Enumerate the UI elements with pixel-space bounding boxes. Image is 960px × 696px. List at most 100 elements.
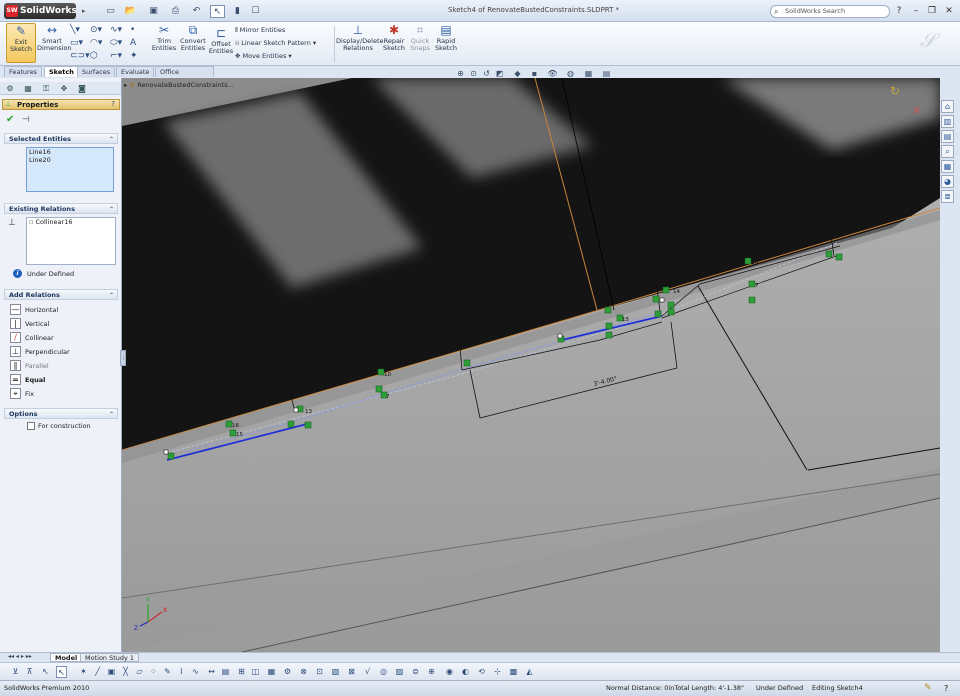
design-library-icon[interactable]: ▥ bbox=[941, 115, 954, 128]
filter-notes-icon[interactable]: ▤ bbox=[220, 666, 231, 678]
viewport-restore-icon[interactable]: ❐ bbox=[918, 78, 925, 79]
display-manager-icon[interactable]: ◙ bbox=[76, 83, 88, 94]
configuration-manager-icon[interactable]: ⚿ bbox=[40, 83, 52, 94]
filter-surface-finish-icon[interactable]: √ bbox=[362, 666, 373, 678]
add-perpendicular-relation[interactable]: ⊥ Perpendicular bbox=[8, 345, 118, 359]
circle-tool-icon[interactable]: ⊙▾ bbox=[90, 24, 102, 37]
print-icon[interactable]: ⎙ bbox=[168, 5, 183, 18]
custom-properties-icon[interactable]: ≣ bbox=[941, 190, 954, 203]
ellipse-tool-icon[interactable]: ⬭▾ bbox=[110, 37, 122, 50]
relation-glyph[interactable] bbox=[375, 385, 383, 393]
filter-hatch-icon[interactable]: ▨ bbox=[394, 666, 405, 678]
relation-glyph[interactable] bbox=[654, 310, 662, 318]
rebuild-icon[interactable]: ▮ bbox=[230, 5, 245, 18]
filter-tolerance-icon[interactable]: ⊠ bbox=[346, 666, 357, 678]
add-collinear-relation[interactable]: / Collinear bbox=[8, 331, 118, 345]
add-vertical-relation[interactable]: | Vertical bbox=[8, 317, 118, 331]
help-icon[interactable]: ? bbox=[111, 100, 115, 108]
filter-mates-icon[interactable]: ⊗ bbox=[298, 666, 309, 678]
relation-glyph[interactable] bbox=[167, 452, 175, 460]
apply-scene-icon[interactable]: ▦ bbox=[583, 68, 594, 80]
filter-regions-icon[interactable]: ▩ bbox=[508, 666, 519, 678]
undo-icon[interactable]: ↶ bbox=[189, 5, 204, 18]
resources-home-icon[interactable]: ⌂ bbox=[941, 100, 954, 113]
move-entities-item[interactable]: ✥ Move Entities ▾ bbox=[235, 50, 292, 62]
tab-sketch[interactable]: Sketch bbox=[44, 66, 79, 77]
filter-toggle-icon[interactable]: ⊻ bbox=[10, 666, 21, 678]
filter-loops-icon[interactable]: ⟲ bbox=[476, 666, 487, 678]
close-icon[interactable]: ✕ bbox=[942, 4, 956, 18]
solidworks-logo[interactable]: SW SolidWorks ▸ bbox=[4, 3, 86, 19]
filter-components-icon[interactable]: ⚙ bbox=[282, 666, 293, 678]
add-horizontal-relation[interactable]: — Horizontal bbox=[8, 303, 118, 317]
selected-entities-header[interactable]: Selected Entities ⌃ bbox=[4, 133, 118, 144]
filter-points-icon[interactable]: ⁘ bbox=[148, 666, 159, 678]
view-orientation-icon[interactable]: ◆ bbox=[512, 68, 523, 80]
feature-manager-icon[interactable]: ⚙ bbox=[4, 83, 16, 94]
filter-silhouette-icon[interactable]: ◭ bbox=[524, 666, 535, 678]
graphics-area[interactable]: 2'-0.00" 2'-0.00" 3'-0.00" 3'-4.00" 10 7… bbox=[122, 78, 940, 652]
display-style-icon[interactable]: ▪ bbox=[529, 68, 540, 80]
pushpin-icon[interactable]: ⊣ bbox=[22, 115, 30, 125]
relation-glyph[interactable] bbox=[825, 250, 833, 258]
list-item[interactable]: ▫ Collinear16 bbox=[27, 218, 115, 226]
viewport-minimize-icon[interactable]: ▬ bbox=[906, 78, 914, 79]
panel-splitter-handle[interactable]: ⋮ bbox=[120, 350, 126, 366]
filter-axes-icon[interactable]: ╳ bbox=[120, 666, 131, 678]
add-parallel-relation[interactable]: ∥ Parallel bbox=[8, 359, 118, 373]
relation-glyph[interactable] bbox=[667, 301, 675, 309]
file-explorer-icon[interactable]: ▤ bbox=[941, 130, 954, 143]
filter-welds-icon[interactable]: ⊞ bbox=[236, 666, 247, 678]
property-manager-icon[interactable]: ▦ bbox=[22, 83, 34, 94]
slot-tool-icon[interactable]: ⊂⊃▾ bbox=[70, 50, 90, 63]
filter-midpoints-icon[interactable]: ⊹ bbox=[492, 666, 503, 678]
line-tool-icon[interactable]: ╲▾ bbox=[70, 24, 80, 37]
new-document-icon[interactable]: ▭ bbox=[103, 5, 118, 18]
relation-glyph[interactable] bbox=[652, 295, 660, 303]
polygon-tool-icon[interactable]: ⬡ bbox=[90, 50, 98, 63]
relation-glyph[interactable] bbox=[605, 331, 613, 339]
existing-relations-list[interactable]: ▫ Collinear16 bbox=[26, 217, 116, 265]
plane-tool-icon[interactable]: ✦ bbox=[130, 50, 138, 63]
filter-dimensions-icon[interactable]: ↔ bbox=[206, 666, 217, 678]
open-folder-icon[interactable]: 📂 bbox=[123, 5, 138, 18]
select-pointer-icon[interactable]: ↖ bbox=[210, 5, 225, 18]
endpoint[interactable] bbox=[293, 407, 299, 413]
zoom-to-fit-icon[interactable]: ⊕ bbox=[455, 68, 466, 80]
hide-show-icon[interactable]: 👁 bbox=[547, 68, 558, 80]
edit-appearance-icon[interactable]: ◍ bbox=[565, 68, 576, 80]
rectangle-tool-icon[interactable]: ▭▾ bbox=[70, 37, 83, 50]
relation-glyph[interactable] bbox=[463, 359, 471, 367]
arc-tool-icon[interactable]: ◠▾ bbox=[90, 37, 102, 50]
mirror-entities-item[interactable]: ⫴ Mirror Entities bbox=[235, 24, 285, 36]
for-construction-checkbox[interactable] bbox=[27, 422, 35, 430]
previous-view-icon[interactable]: ↺ bbox=[481, 68, 492, 80]
feature-tree-root[interactable]: ▸ ⚙ RenovateBustedConstraints... bbox=[124, 81, 234, 89]
tab-office-products[interactable]: Office Products bbox=[155, 66, 214, 87]
tab-features[interactable]: Features bbox=[4, 66, 42, 77]
relation-glyph[interactable] bbox=[835, 253, 843, 261]
viewport-close-icon[interactable]: ✕ bbox=[930, 78, 937, 79]
point-tool-icon[interactable]: • bbox=[130, 24, 135, 37]
confirmation-corner-icon[interactable]: ↻ bbox=[890, 84, 900, 98]
tab-evaluate[interactable]: Evaluate bbox=[116, 66, 155, 77]
save-icon[interactable]: ▣ bbox=[146, 5, 161, 18]
rapid-sketch-button[interactable]: ▤ Rapid Sketch bbox=[433, 23, 459, 52]
filter-clear-icon[interactable]: ⊼ bbox=[24, 666, 35, 678]
filter-planes-icon[interactable]: ▱ bbox=[134, 666, 145, 678]
search-results-icon[interactable]: ⌕ bbox=[941, 145, 954, 158]
offset-entities-button[interactable]: ⊏ Offset Entities bbox=[207, 26, 235, 55]
zoom-area-icon[interactable]: ⊙ bbox=[468, 68, 479, 80]
options-header[interactable]: Options ⌃ bbox=[4, 408, 118, 419]
spline-tool-icon[interactable]: ∿▾ bbox=[110, 24, 122, 37]
relation-glyph[interactable] bbox=[287, 420, 295, 428]
view-settings-icon[interactable]: ▤ bbox=[601, 68, 612, 80]
section-view-icon[interactable]: ◩ bbox=[494, 68, 505, 80]
filter-blocks-icon[interactable]: ▧ bbox=[330, 666, 341, 678]
cancel-corner-icon[interactable]: ✕ bbox=[912, 104, 921, 117]
model-view[interactable]: 2'-0.00" 2'-0.00" 3'-0.00" 3'-4.00" 10 7… bbox=[122, 78, 940, 652]
dimxpert-icon[interactable]: ✥ bbox=[58, 83, 70, 94]
filter-edges-icon[interactable]: ╱ bbox=[92, 666, 103, 678]
convert-entities-button[interactable]: ⧉ Convert Entities bbox=[178, 23, 208, 52]
filter-centermark-icon[interactable]: ⊕ bbox=[426, 666, 437, 678]
